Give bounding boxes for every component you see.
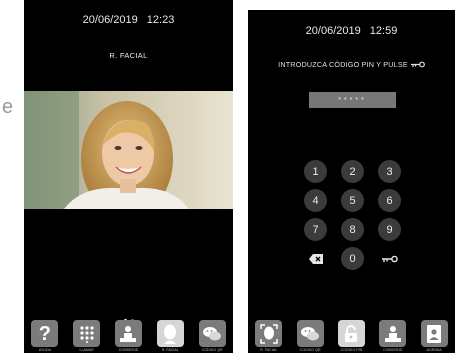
background-letter: e xyxy=(2,96,14,118)
time: 12:23 xyxy=(146,14,175,26)
key-8[interactable]: 8 xyxy=(341,218,364,241)
call-button[interactable]: LLAMAR xyxy=(68,320,106,352)
tile-label: R. FACIAL xyxy=(260,348,278,352)
tile-label: CODIGO PIN xyxy=(340,348,363,352)
lock-icon xyxy=(337,320,365,347)
key-2[interactable]: 2 xyxy=(341,160,364,183)
tile-label: CODIGO QR xyxy=(201,348,223,352)
concierge-icon xyxy=(379,320,407,347)
bottom-bar: ? AYUDA LLAMAR CONSERJE R. FACIAL CODIGO… xyxy=(24,320,233,352)
help-icon: ? xyxy=(31,320,59,347)
tile-label: LLAMAR xyxy=(79,348,94,352)
help-button[interactable]: ? AYUDA xyxy=(26,320,64,352)
key-5[interactable]: 5 xyxy=(341,189,364,212)
numeric-keypad: 1 2 3 4 5 6 7 8 9 0 xyxy=(304,160,421,270)
keypad-icon xyxy=(73,320,101,347)
key-3[interactable]: 3 xyxy=(378,160,401,183)
chat-icon xyxy=(296,320,324,347)
key-0[interactable]: 0 xyxy=(341,247,364,270)
tile-label: AYUDA xyxy=(38,348,51,352)
key-icon xyxy=(381,255,398,262)
backspace-icon xyxy=(308,253,323,264)
key-1[interactable]: 1 xyxy=(304,160,327,183)
bottom-bar: R. FACIAL CODIGO QR CODIGO PIN CONSERJE … xyxy=(248,320,455,352)
backspace-button[interactable] xyxy=(304,247,327,270)
contacts-icon xyxy=(420,320,448,347)
datetime: 20/06/2019 12:59 xyxy=(248,25,455,37)
face-icon xyxy=(255,320,283,347)
datetime: 20/06/2019 12:23 xyxy=(24,14,233,26)
concierge-button[interactable]: CONSERJE xyxy=(109,320,147,352)
instruction-text: INTRODUZCA CÓDIGO PIN Y PULSE xyxy=(278,60,408,69)
facial-recognition-screen: 20/06/2019 12:23 R. FACIAL ? AYUDA LLAMA… xyxy=(24,0,233,353)
pin-code-screen: 20/06/2019 12:59 INTRODUZCA CÓDIGO PIN Y… xyxy=(248,10,455,353)
agenda-button[interactable]: AGENDA xyxy=(415,320,453,352)
chat-icon xyxy=(198,320,226,347)
qr-code-button[interactable]: CODIGO QR xyxy=(193,320,231,352)
face-icon xyxy=(156,320,184,347)
date: 20/06/2019 xyxy=(82,14,138,26)
tile-label: CODIGO QR xyxy=(299,348,321,352)
tile-label: AGENDA xyxy=(426,348,442,352)
pin-instruction: INTRODUZCA CÓDIGO PIN Y PULSE xyxy=(248,60,455,69)
key-9[interactable]: 9 xyxy=(378,218,401,241)
key-4[interactable]: 4 xyxy=(304,189,327,212)
concierge-button[interactable]: CONSERJE xyxy=(374,320,412,352)
key-7[interactable]: 7 xyxy=(304,218,327,241)
facial-button[interactable]: R. FACIAL xyxy=(151,320,189,352)
camera-feed xyxy=(24,91,233,209)
pin-input[interactable]: ***** xyxy=(309,92,396,108)
confirm-key-button[interactable] xyxy=(378,247,401,270)
time: 12:59 xyxy=(369,25,398,37)
tile-label: CONSERJE xyxy=(383,348,403,352)
pin-code-button[interactable]: CODIGO PIN xyxy=(332,320,370,352)
facial-button[interactable]: R. FACIAL xyxy=(250,320,288,352)
concierge-icon xyxy=(114,320,142,347)
key-6[interactable]: 6 xyxy=(378,189,401,212)
mode-title: R. FACIAL xyxy=(109,51,148,60)
date: 20/06/2019 xyxy=(305,25,361,37)
key-icon xyxy=(410,61,425,68)
tile-label: R. FACIAL xyxy=(161,348,179,352)
qr-code-button[interactable]: CODIGO QR xyxy=(291,320,329,352)
tile-label: CONSERJE xyxy=(118,348,139,352)
